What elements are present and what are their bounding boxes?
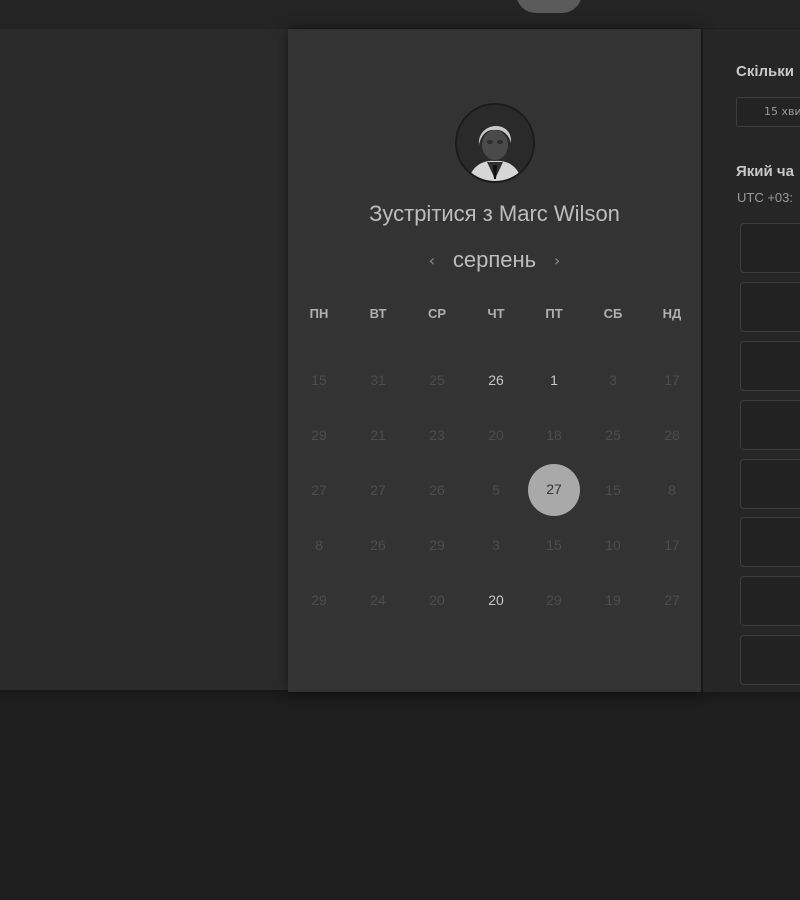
calendar-day[interactable]: 26 xyxy=(476,369,516,391)
weekday-label: СР xyxy=(427,306,447,321)
calendar-day: 24 xyxy=(370,592,386,608)
calendar-day: 31 xyxy=(370,372,386,388)
calendar-day[interactable]: 1 xyxy=(534,369,574,391)
calendar-day: 3 xyxy=(492,537,500,553)
calendar-day: 8 xyxy=(315,537,323,553)
calendar-day: 29 xyxy=(429,537,445,553)
time-slot-button[interactable] xyxy=(740,459,800,509)
top-bar xyxy=(0,0,800,28)
calendar-day: 15 xyxy=(546,537,562,553)
time-slot-button[interactable] xyxy=(740,576,800,626)
calendar-day: 27 xyxy=(664,592,680,608)
time-slot-button[interactable] xyxy=(740,223,800,273)
duration-heading: Скільки xyxy=(736,63,794,80)
calendar-day: 3 xyxy=(609,372,617,388)
calendar-day: 23 xyxy=(429,427,445,443)
calendar-day: 29 xyxy=(311,427,327,443)
avatar-icon xyxy=(455,103,535,183)
selected-day[interactable]: 27 xyxy=(528,464,580,516)
page-title: Зустрітися з Marc Wilson xyxy=(369,201,620,226)
calendar-day[interactable]: 20 xyxy=(476,589,516,611)
time-slot-button[interactable] xyxy=(740,341,800,391)
footer-divider xyxy=(0,690,800,704)
calendar-day: 21 xyxy=(370,427,386,443)
calendar-day: 10 xyxy=(605,537,621,553)
calendar-day: 27 xyxy=(370,482,386,498)
calendar-day: 17 xyxy=(664,537,680,553)
scheduler-panel: Скільки 15 хви Який ча UTC +03: xyxy=(703,29,800,692)
month-navigation: ‹ серпень › xyxy=(288,245,701,275)
time-slot-button[interactable] xyxy=(740,517,800,567)
weekday-label: НД xyxy=(662,306,682,321)
calendar-day: 15 xyxy=(311,372,327,388)
calendar-day: 19 xyxy=(605,592,621,608)
weekday-label: ПТ xyxy=(545,306,563,321)
time-slot-button[interactable] xyxy=(740,635,800,685)
booking-card: Зустрітися з Marc Wilson ‹ серпень › ПН В… xyxy=(288,29,701,692)
weekday-header: ПН ВТ СР ЧТ ПТ СБ НД xyxy=(288,306,701,326)
calendar-day: 20 xyxy=(429,592,445,608)
calendar-day: 27 xyxy=(311,482,327,498)
calendar-day: 5 xyxy=(492,482,500,498)
calendar-day: 8 xyxy=(668,482,676,498)
calendar-day: 26 xyxy=(370,537,386,553)
calendar-day: 20 xyxy=(488,427,504,443)
timezone-label: UTC +03: xyxy=(737,190,793,205)
calendar-day: 26 xyxy=(429,482,445,498)
left-panel xyxy=(0,28,288,692)
chevron-right-icon[interactable]: › xyxy=(542,251,572,270)
time-slot-button[interactable] xyxy=(740,400,800,450)
calendar-day: 25 xyxy=(429,372,445,388)
calendar-day: 17 xyxy=(664,372,680,388)
logo-icon[interactable] xyxy=(516,0,582,13)
calendar-day: 28 xyxy=(664,427,680,443)
weekday-label: СБ xyxy=(603,306,623,321)
time-heading: Який ча xyxy=(736,163,794,180)
month-label: серпень xyxy=(452,247,537,272)
calendar-day: 29 xyxy=(311,592,327,608)
calendar-day: 29 xyxy=(546,592,562,608)
calendar-day: 25 xyxy=(605,427,621,443)
weekday-label: ЧТ xyxy=(487,306,505,321)
calendar-day: 15 xyxy=(605,482,621,498)
time-slot-button[interactable] xyxy=(740,282,800,332)
weekday-label: ВТ xyxy=(369,306,387,321)
calendar-day: 18 xyxy=(546,427,562,443)
chevron-left-icon[interactable]: ‹ xyxy=(417,251,447,270)
duration-select[interactable]: 15 хви xyxy=(736,97,800,127)
weekday-label: ПН xyxy=(309,306,329,321)
